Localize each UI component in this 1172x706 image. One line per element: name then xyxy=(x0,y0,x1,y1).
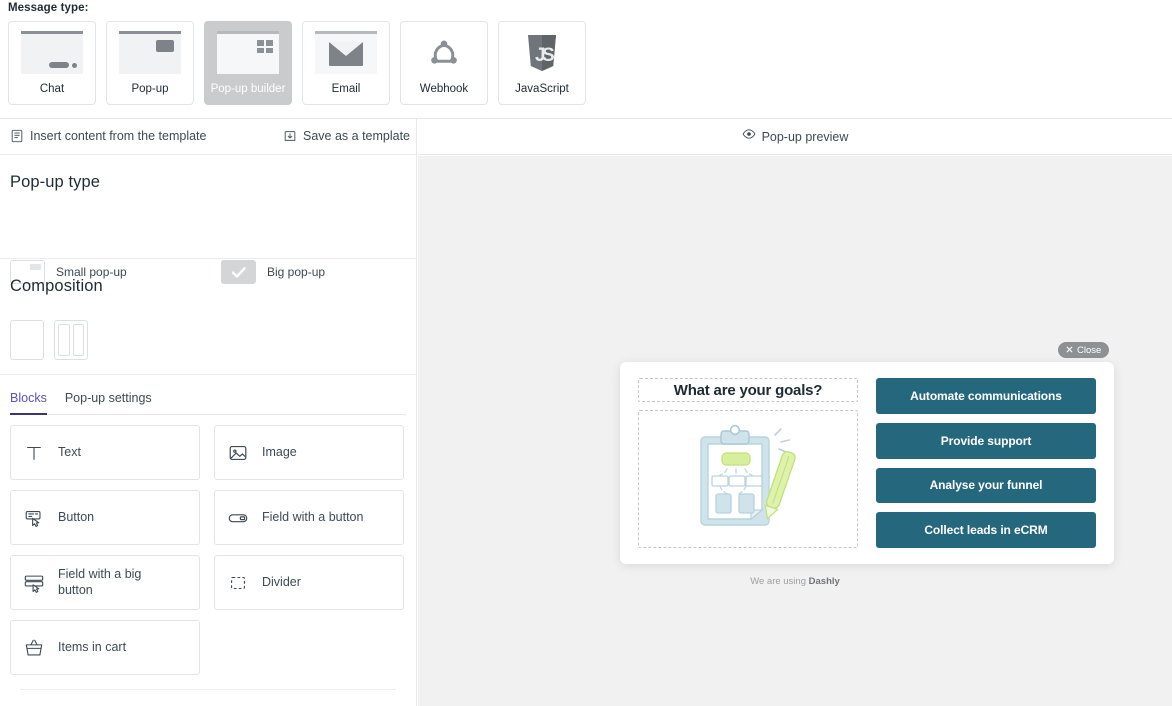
message-type-card-javascript[interactable]: J S JavaScript xyxy=(498,21,586,105)
message-type-card-label: JavaScript xyxy=(515,83,569,95)
chat-window-icon xyxy=(21,31,83,74)
popup-close-button[interactable]: Close xyxy=(1058,342,1110,358)
block-label: Text xyxy=(58,444,81,459)
preview-canvas: Close What are your goals? Automate comm… xyxy=(418,156,1172,706)
block-field-with-a-button[interactable]: Field with a button xyxy=(214,490,404,545)
composition-title: Composition xyxy=(10,277,103,295)
popup-close-label: Close xyxy=(1077,344,1102,356)
block-label: Field with a button xyxy=(262,509,364,524)
shopping-basket-icon xyxy=(23,637,45,659)
block-label: Divider xyxy=(262,574,301,589)
message-type-card-label: Webhook xyxy=(419,83,469,95)
block-image[interactable]: Image xyxy=(214,425,404,480)
popup-cta-button-collect-leads-in-ecrm[interactable]: Collect leads in eCRM xyxy=(876,512,1096,548)
blocks-grid: Text Image Button Field with a button Fi… xyxy=(10,425,406,675)
popup-cta-label: Provide support xyxy=(940,433,1032,448)
message-type-card-label: Email xyxy=(331,83,361,95)
popup-cta-button-analyse-your-funnel[interactable]: Analyse your funnel xyxy=(876,467,1096,504)
popup-preview-card: What are your goals? Automate communicat… xyxy=(620,362,1114,564)
tab-blocks[interactable]: Blocks xyxy=(10,391,47,415)
message-type-card-list: Chat Pop-up Pop-up builder Email Webhook… xyxy=(8,21,586,105)
text-t-icon xyxy=(23,442,45,464)
composition-section: Composition xyxy=(0,277,416,375)
block-label: Button xyxy=(58,509,95,524)
brand-note: We are using Dashly xyxy=(418,576,1172,587)
tab-popup-settings[interactable]: Pop-up settings xyxy=(65,391,152,414)
message-type-card-chat[interactable]: Chat xyxy=(8,21,96,105)
popup-type-title: Pop-up type xyxy=(10,173,101,191)
message-type-card-label: Chat xyxy=(39,83,65,95)
tab-label: Pop-up settings xyxy=(64,391,152,405)
block-items-in-cart[interactable]: Items in cart xyxy=(10,620,200,675)
message-type-label: Message type: xyxy=(8,2,89,14)
popup-window-icon xyxy=(119,31,181,74)
popup-left-column: What are your goals? xyxy=(638,378,858,548)
block-label: Field with a big button xyxy=(58,566,142,597)
image-icon xyxy=(227,442,249,464)
popup-cta-label: Analyse your funnel xyxy=(929,478,1043,493)
composition-option-single-column[interactable] xyxy=(10,320,44,360)
brand-note-prefix: We are using xyxy=(750,576,809,587)
clipboard-with-pen-illustration xyxy=(689,421,807,538)
popup-image-block[interactable] xyxy=(638,410,858,548)
editor-panel: Insert content from the template Save as… xyxy=(0,119,417,706)
webhook-icon xyxy=(413,31,475,74)
two-column-layout-icon xyxy=(54,320,88,360)
composition-option-two-column[interactable] xyxy=(54,320,88,360)
block-label: Image xyxy=(262,444,297,459)
message-type-card-popup-builder[interactable]: Pop-up builder xyxy=(204,21,292,105)
close-x-icon xyxy=(1066,345,1073,356)
message-type-strip: Message type: Chat Pop-up Pop-up builder xyxy=(0,0,1172,119)
editor-tabs: Blocks Pop-up settings xyxy=(10,375,406,415)
preview-header: Pop-up preview xyxy=(418,119,1172,155)
popup-type-section: Pop-up type Small pop-up Big pop-up xyxy=(0,173,416,284)
input-with-button-icon xyxy=(227,507,249,529)
blocks-section-divider xyxy=(20,689,396,690)
single-column-layout-icon xyxy=(10,320,44,360)
tab-label: Blocks xyxy=(10,391,47,405)
envelope-icon xyxy=(315,31,377,74)
message-type-card-webhook[interactable]: Webhook xyxy=(400,21,488,105)
block-button[interactable]: Button xyxy=(10,490,200,545)
brand-note-name: Dashly xyxy=(808,576,840,587)
popup-cta-button-provide-support[interactable]: Provide support xyxy=(876,422,1096,459)
save-as-template-button[interactable]: Save as a template xyxy=(283,129,410,143)
message-type-card-label: Pop-up xyxy=(131,83,169,95)
save-as-template-label: Save as a template xyxy=(303,129,411,143)
message-type-card-label: Pop-up builder xyxy=(210,83,286,95)
message-type-card-popup[interactable]: Pop-up xyxy=(106,21,194,105)
insert-content-label: Insert content from the template xyxy=(30,129,207,143)
eye-icon xyxy=(742,127,756,146)
block-divider[interactable]: Divider xyxy=(214,555,404,610)
block-label: Items in cart xyxy=(58,639,127,654)
button-click-icon xyxy=(23,507,45,529)
svg-text:S: S xyxy=(542,45,555,66)
popup-cta-column: Automate communications Provide support … xyxy=(876,378,1096,548)
popup-title-block[interactable]: What are your goals? xyxy=(638,378,858,402)
javascript-shield-icon: J S xyxy=(511,31,573,74)
editor-toolbar: Insert content from the template Save as… xyxy=(0,119,416,155)
message-type-card-email[interactable]: Email xyxy=(302,21,390,105)
preview-header-label: Pop-up preview xyxy=(761,129,849,144)
preview-panel: Pop-up preview Close What are your goals… xyxy=(418,119,1172,706)
block-text[interactable]: Text xyxy=(10,425,200,480)
save-template-icon xyxy=(283,129,297,143)
blocks-panel: Text Image Button Field with a button Fi… xyxy=(0,415,416,706)
popup-cta-button-automate-communications[interactable]: Automate communications xyxy=(876,378,1096,414)
input-with-big-button-icon xyxy=(23,572,45,594)
block-field-with-a-big-button[interactable]: Field with a big button xyxy=(10,555,200,610)
popup-cta-label: Automate communications xyxy=(910,388,1062,403)
popup-builder-grid-icon xyxy=(217,31,279,74)
insert-content-from-template-button[interactable]: Insert content from the template xyxy=(10,129,206,143)
divider-dashed-icon xyxy=(227,572,249,594)
template-insert-icon xyxy=(10,129,24,143)
popup-title: What are your goals? xyxy=(673,381,823,399)
popup-cta-label: Collect leads in eCRM xyxy=(924,523,1048,538)
